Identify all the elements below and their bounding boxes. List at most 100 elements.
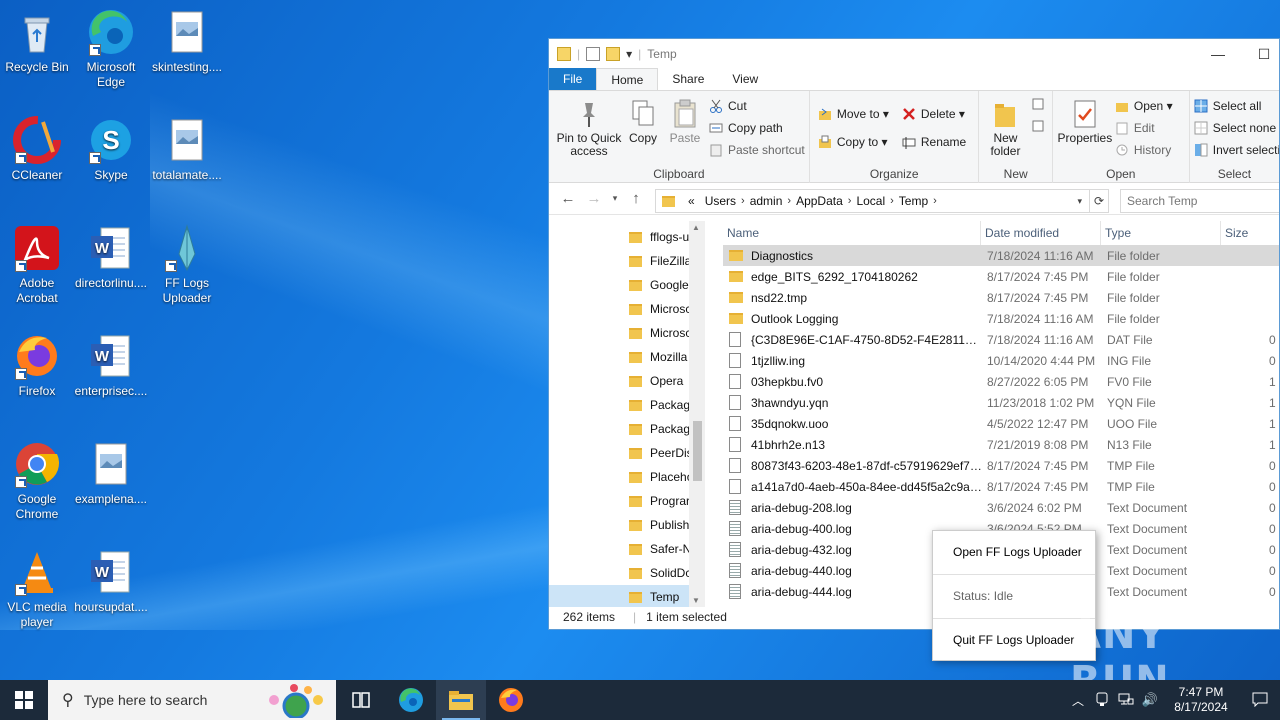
file-row[interactable]: nsd22.tmp 8/17/2024 7:45 PM File folder: [723, 287, 1279, 308]
tab-view[interactable]: View: [718, 68, 772, 90]
clock[interactable]: 7:47 PM 8/17/2024: [1162, 685, 1240, 715]
file-row[interactable]: Diagnostics 7/18/2024 11:16 AM File folder: [723, 245, 1279, 266]
show-hidden-icons-button[interactable]: ︿: [1066, 692, 1090, 709]
file-row[interactable]: 1tjzlliw.ing 10/14/2020 4:44 PM ING File 0: [723, 350, 1279, 371]
nav-item[interactable]: Packag: [629, 417, 689, 441]
file-row[interactable]: aria-debug-208.log 3/6/2024 6:02 PM Text D…: [723, 497, 1279, 518]
address-dropdown-icon[interactable]: ▾: [1077, 196, 1082, 207]
nav-item-temp[interactable]: Temp: [549, 585, 689, 607]
tab-file[interactable]: File: [549, 68, 597, 90]
paste-button[interactable]: Paste: [667, 99, 703, 145]
pin-quick-access-button[interactable]: Pin to Quick access: [553, 99, 625, 158]
rename-button[interactable]: Rename: [902, 135, 966, 149]
refresh-button[interactable]: ⟳: [1089, 189, 1109, 213]
file-row[interactable]: a141a7d0-4aeb-450a-84ee-dd45f5a2c9af....…: [723, 476, 1279, 497]
up-button[interactable]: ↑: [623, 190, 649, 207]
file-row[interactable]: 41bhrh2e.n13 7/21/2019 8:08 PM N13 File 1: [723, 434, 1279, 455]
volume-icon[interactable]: 🔊: [1138, 692, 1162, 708]
desktop-icon-totalamate[interactable]: totalamate....: [150, 116, 224, 183]
nav-item[interactable]: PeerDis: [629, 441, 689, 465]
breadcrumb-temp[interactable]: Temp: [899, 194, 928, 208]
file-row[interactable]: {C3D8E96E-C1AF-4750-8D52-F4E28119C1... 7/…: [723, 329, 1279, 350]
breadcrumb-admin[interactable]: admin: [750, 194, 783, 208]
desktop-icon-ff-logs[interactable]: FF Logs Uploader: [150, 224, 224, 306]
select-all-button[interactable]: Select all: [1194, 99, 1261, 113]
nav-item[interactable]: Safer-N: [629, 537, 689, 561]
search-input[interactable]: Search Temp: [1120, 189, 1279, 213]
column-header-type[interactable]: Type: [1101, 221, 1221, 245]
column-header-name[interactable]: Name: [723, 221, 981, 245]
customize-quick-access-icon[interactable]: ▾: [626, 47, 632, 61]
desktop-icon-edge[interactable]: Microsoft Edge: [74, 8, 148, 90]
invert-selection-button[interactable]: Invert selection: [1194, 143, 1279, 157]
new-item-button[interactable]: [1031, 97, 1050, 111]
nav-item[interactable]: Microsc: [629, 297, 689, 321]
nav-item[interactable]: Mozilla: [629, 345, 689, 369]
paste-shortcut-button[interactable]: Paste shortcut: [709, 143, 805, 157]
desktop-icon-hoursupdat[interactable]: W hoursupdat....: [74, 548, 148, 615]
address-bar[interactable]: « Users › admin › AppData › Local › Temp › ▾: [655, 189, 1109, 213]
taskbar-file-explorer-button[interactable]: [436, 680, 486, 720]
open-button[interactable]: Open ▾: [1115, 99, 1173, 113]
nav-item[interactable]: Microsc: [629, 321, 689, 345]
properties-button[interactable]: Properties: [1057, 99, 1113, 145]
desktop-icon-ccleaner[interactable]: CCleaner: [0, 116, 74, 183]
select-none-button[interactable]: Select none: [1194, 121, 1276, 135]
nav-scrollbar[interactable]: ▲ ▼: [689, 221, 705, 607]
nav-item[interactable]: Google: [629, 273, 689, 297]
desktop-icon-skintesting[interactable]: skintesting....: [150, 8, 224, 75]
breadcrumb-overflow[interactable]: «: [688, 194, 695, 208]
file-row[interactable]: 80873f43-6203-48e1-87df-c57919629ef7.t..…: [723, 455, 1279, 476]
recent-locations-button[interactable]: ▾: [607, 193, 623, 204]
desktop-icon-chrome[interactable]: Google Chrome: [0, 440, 74, 522]
new-folder-button[interactable]: New folder: [983, 99, 1027, 158]
nav-item[interactable]: Publish: [629, 513, 689, 537]
breadcrumb-users[interactable]: Users: [705, 194, 736, 208]
delete-button[interactable]: Delete ▾: [902, 107, 965, 121]
open-ff-logs-menu-item[interactable]: Open FF Logs Uploader: [953, 545, 1082, 559]
desktop-icon-acrobat[interactable]: Adobe Acrobat: [0, 224, 74, 306]
desktop-icon-recycle-bin[interactable]: Recycle Bin: [0, 8, 74, 75]
nav-item[interactable]: Prograr: [629, 489, 689, 513]
nav-item[interactable]: fflogs-u: [629, 225, 689, 249]
desktop-icon-vlc[interactable]: VLC media player: [0, 548, 74, 630]
notifications-button[interactable]: [1240, 691, 1280, 710]
file-row[interactable]: 35dqnokw.uoo 4/5/2022 12:47 PM UOO File 1: [723, 413, 1279, 434]
nav-item[interactable]: FileZilla: [629, 249, 689, 273]
nav-item[interactable]: Opera: [629, 369, 689, 393]
quit-ff-logs-menu-item[interactable]: Quit FF Logs Uploader: [953, 633, 1074, 647]
cut-button[interactable]: Cut: [709, 99, 747, 113]
edit-button[interactable]: Edit: [1115, 121, 1155, 135]
maximize-button[interactable]: ☐: [1241, 39, 1279, 69]
file-row[interactable]: 3hawndyu.yqn 11/23/2018 1:02 PM YQN File 1: [723, 392, 1279, 413]
easy-access-button[interactable]: [1031, 119, 1050, 133]
taskbar-search-box[interactable]: ⚲ Type here to search: [48, 680, 336, 720]
minimize-button[interactable]: —: [1195, 39, 1241, 69]
tab-home[interactable]: Home: [596, 68, 659, 90]
desktop-icon-directorlinu[interactable]: W directorlinu....: [74, 224, 148, 291]
desktop-icon-skype[interactable]: S Skype: [74, 116, 148, 183]
nav-item[interactable]: SolidDc: [629, 561, 689, 585]
taskbar-firefox-button[interactable]: [486, 680, 536, 720]
history-button[interactable]: History: [1115, 143, 1171, 157]
desktop-icon-enterprisec[interactable]: W enterprisec....: [74, 332, 148, 399]
copy-button[interactable]: Copy: [625, 99, 661, 145]
copy-to-button[interactable]: Copy to ▾: [818, 135, 888, 149]
properties-quick-icon[interactable]: [586, 47, 601, 61]
task-view-button[interactable]: [336, 680, 386, 720]
nav-scrollbar-thumb[interactable]: [693, 421, 702, 481]
start-button[interactable]: [0, 680, 48, 720]
file-row[interactable]: Outlook Logging 7/18/2024 11:16 AM File fo…: [723, 308, 1279, 329]
nav-item[interactable]: Packag: [629, 393, 689, 417]
column-header-size[interactable]: Size: [1221, 221, 1279, 245]
move-to-button[interactable]: Move to ▾: [818, 107, 889, 121]
column-header-date[interactable]: Date modified: [981, 221, 1101, 245]
breadcrumb-appdata[interactable]: AppData: [796, 194, 843, 208]
desktop-icon-firefox[interactable]: Firefox: [0, 332, 74, 399]
file-row[interactable]: 03hepkbu.fv0 8/27/2022 6:05 PM FV0 File 1: [723, 371, 1279, 392]
forward-button[interactable]: →: [581, 190, 607, 207]
tray-device-icon[interactable]: [1090, 692, 1114, 709]
copy-path-button[interactable]: Copy path: [709, 121, 783, 135]
taskbar-edge-button[interactable]: [386, 680, 436, 720]
file-row[interactable]: edge_BITS_6292_1704180262 8/17/2024 7:45 …: [723, 266, 1279, 287]
